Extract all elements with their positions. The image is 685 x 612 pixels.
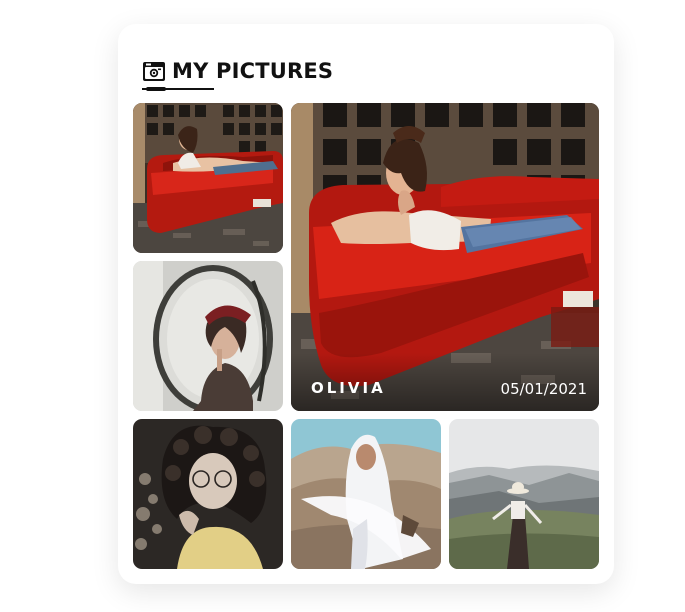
title-underline-accent — [146, 87, 166, 91]
photo-sofa-small — [133, 103, 283, 253]
featured-date: 05/01/2021 — [500, 380, 587, 398]
pictures-card: MY PICTURES OLIVIA 05/01/2021 — [118, 24, 614, 584]
photo-curly-glasses — [133, 419, 283, 569]
photo-mirror — [133, 261, 283, 411]
photo-tile-white-scarf[interactable] — [291, 419, 441, 569]
photo-white-scarf — [291, 419, 441, 569]
photo-tile-sofa-small[interactable] — [133, 103, 283, 253]
featured-photo-tile[interactable]: OLIVIA 05/01/2021 — [291, 103, 599, 411]
camera-icon — [143, 62, 165, 81]
page-title: MY PICTURES — [172, 58, 334, 83]
photo-mountain-hat — [449, 419, 599, 569]
card-header: MY PICTURES — [142, 54, 333, 88]
photo-tile-mirror[interactable] — [133, 261, 283, 411]
featured-photo — [291, 103, 599, 411]
photo-tile-curly-glasses[interactable] — [133, 419, 283, 569]
featured-name: OLIVIA — [311, 379, 386, 397]
photo-tile-mountain-hat[interactable] — [449, 419, 599, 569]
